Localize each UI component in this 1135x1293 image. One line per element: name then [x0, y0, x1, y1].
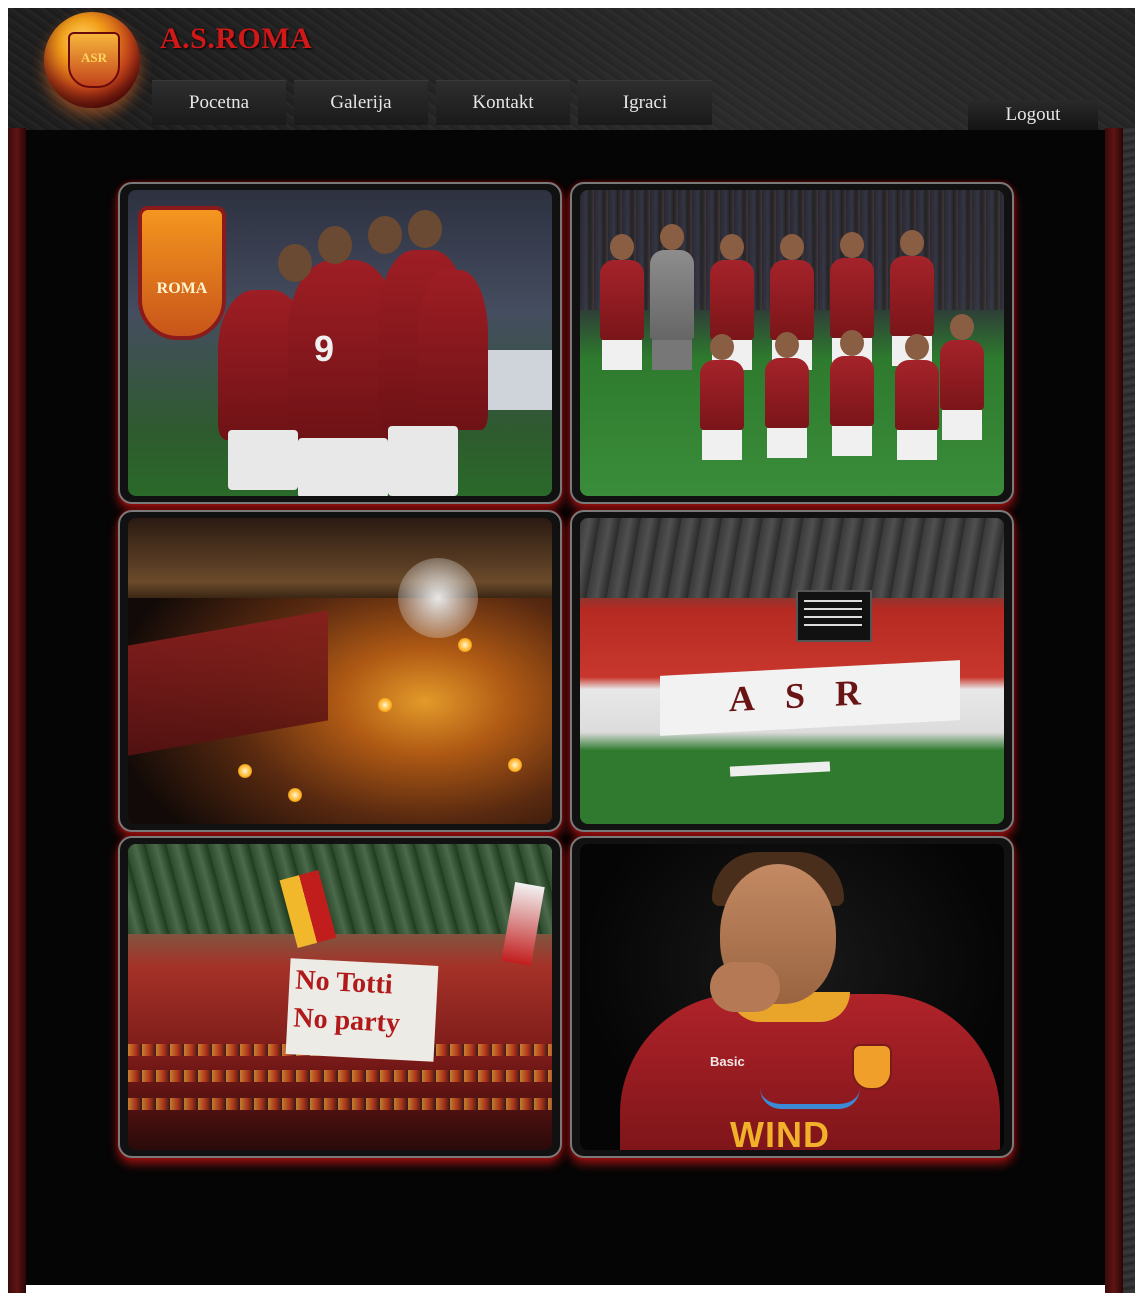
- flare-smoke: [398, 558, 478, 638]
- fan-sign: No Totti No party: [285, 958, 439, 1062]
- club-logo[interactable]: ASR: [44, 12, 140, 108]
- asr-choreo-image: ASR: [580, 518, 1004, 824]
- site-title: A.S.ROMA: [160, 22, 313, 55]
- asr-banner: ASR: [660, 660, 960, 736]
- player-figure: [940, 314, 984, 440]
- sponsor-swoosh-icon: [760, 1088, 860, 1109]
- player-shorts: [228, 430, 298, 490]
- player-figure: [770, 234, 814, 370]
- player-figure: [895, 334, 939, 460]
- sign-line-1: No Totti: [294, 964, 394, 1001]
- crest-icon: ASR: [68, 32, 120, 88]
- flare-spark: [238, 764, 252, 778]
- flare-spark: [458, 638, 472, 652]
- scarf-row: [128, 1098, 552, 1110]
- pitch-tarp: [729, 761, 831, 777]
- page-top-margin: [0, 0, 1135, 8]
- flare-spark: [288, 788, 302, 802]
- goalkeeper-figure: [650, 224, 694, 370]
- celebration-image: 9 ROMA: [128, 190, 552, 496]
- fans-image: No Totti No party: [128, 844, 552, 1150]
- right-border: [1105, 128, 1123, 1293]
- flare-spark: [378, 698, 392, 712]
- player-figure: [710, 234, 754, 370]
- gallery-photo-fans[interactable]: No Totti No party: [118, 836, 562, 1158]
- photo-gallery: 9 ROMA ASR No Totti No party Basic WIND: [118, 182, 1018, 1172]
- stadium-roof: [580, 518, 1004, 598]
- gallery-photo-totti[interactable]: Basic WIND: [570, 836, 1014, 1158]
- totti-image: Basic WIND: [580, 844, 1004, 1150]
- player-figure: [600, 234, 644, 370]
- jersey-sponsor: WIND: [730, 1114, 830, 1150]
- player-figure: [890, 230, 934, 366]
- player-head: [278, 244, 312, 282]
- site-frame: ASR A.S.ROMA Pocetna Galerija Kontakt Ig…: [8, 8, 1135, 1293]
- scoreboard: [796, 590, 872, 642]
- gallery-photo-celebration[interactable]: 9 ROMA: [118, 182, 562, 504]
- player-figure: [765, 332, 809, 458]
- shirt-number: 9: [314, 328, 335, 369]
- player-shorts: [298, 438, 388, 496]
- logo-text: ASR: [80, 50, 107, 65]
- stadium-roof: [128, 518, 552, 598]
- team-photo-image: [580, 190, 1004, 496]
- banner-text: ASR: [728, 670, 892, 720]
- left-border: [8, 128, 26, 1293]
- player-figure: [830, 330, 874, 456]
- player-shorts: [388, 426, 458, 496]
- stadium-flares-image: [128, 518, 552, 824]
- gallery-photo-asr-choreo[interactable]: ASR: [570, 510, 1014, 832]
- jersey-badge-icon: [852, 1044, 892, 1090]
- nav-kontakt[interactable]: Kontakt: [436, 80, 570, 125]
- scarf-row: [128, 1070, 552, 1082]
- kit-brand: Basic: [710, 1054, 745, 1069]
- trees: [128, 844, 552, 934]
- nav-galerija[interactable]: Galerija: [294, 80, 428, 125]
- gallery-photo-team[interactable]: [570, 182, 1014, 504]
- player-head: [318, 226, 352, 264]
- player-hand: [710, 962, 780, 1012]
- main-nav: Pocetna Galerija Kontakt Igraci: [152, 80, 720, 126]
- logout-button[interactable]: Logout: [968, 100, 1098, 130]
- player-head: [368, 216, 402, 254]
- nav-igraci[interactable]: Igraci: [578, 80, 712, 125]
- player-figure: [418, 270, 488, 430]
- right-stone-edge: [1123, 128, 1135, 1293]
- player-figure: [830, 232, 874, 368]
- player-head: [408, 210, 442, 248]
- sign-line-2: No party: [292, 1002, 401, 1039]
- player-figure: [700, 334, 744, 460]
- stadium-stands: [128, 610, 328, 756]
- roma-crest-icon: ROMA: [138, 206, 226, 340]
- gallery-photo-stadium-flares[interactable]: [118, 510, 562, 832]
- nav-pocetna[interactable]: Pocetna: [152, 80, 286, 125]
- flare-spark: [508, 758, 522, 772]
- crest-label: ROMA: [156, 280, 208, 297]
